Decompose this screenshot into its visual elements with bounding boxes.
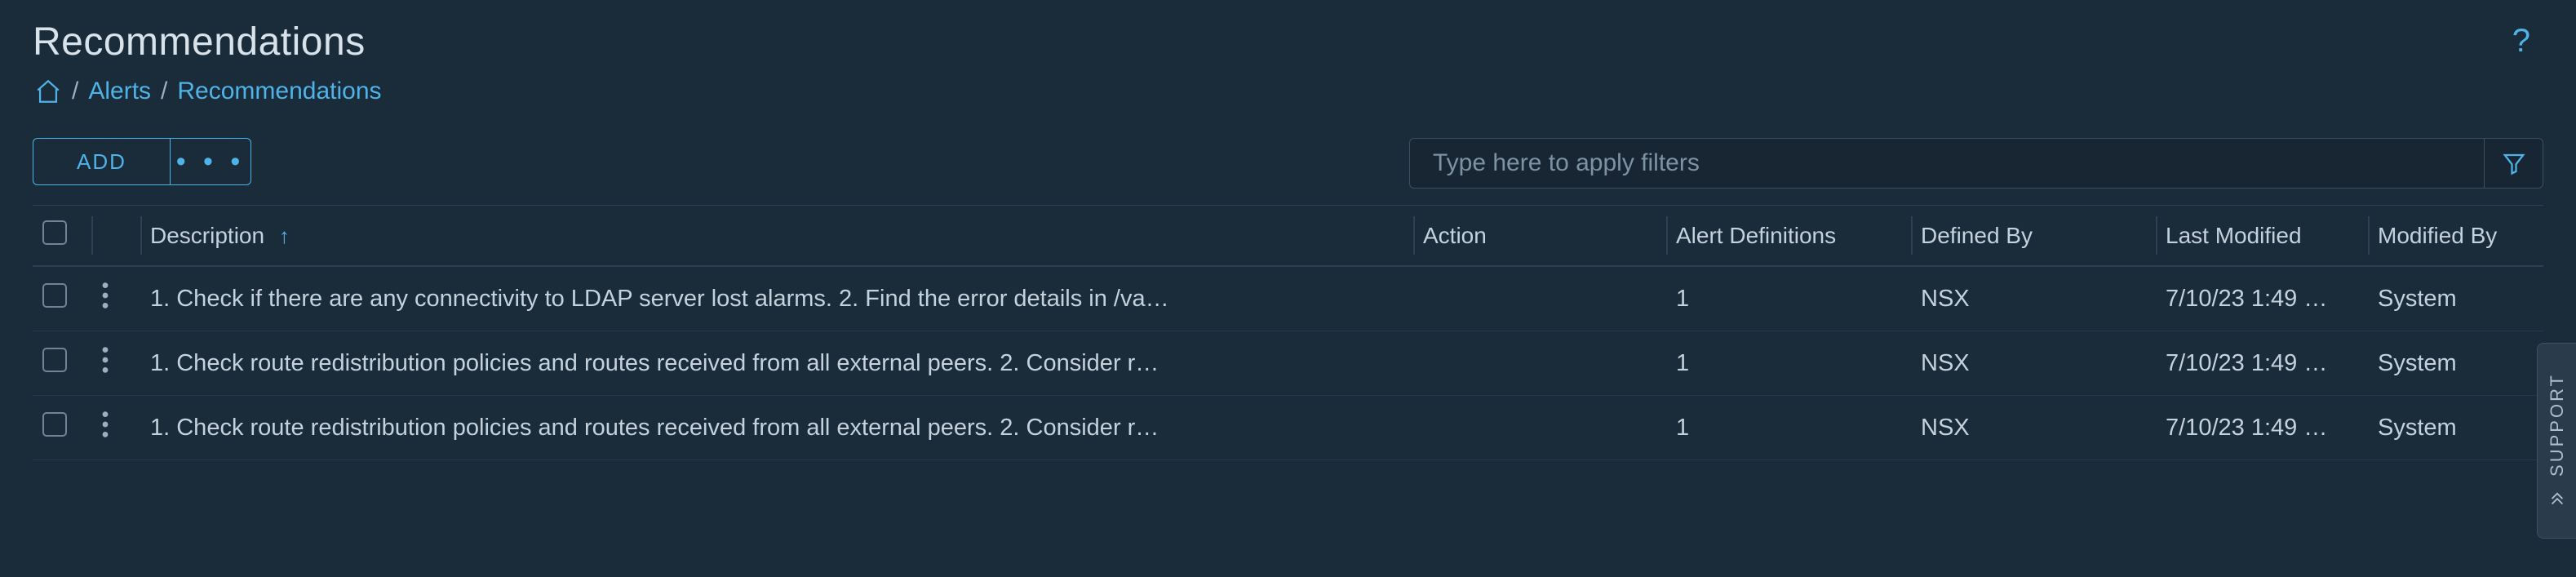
filter-icon[interactable] (2484, 139, 2543, 188)
row-select-cell[interactable] (33, 266, 91, 331)
row-menu-cell[interactable] (91, 396, 140, 460)
sort-ascending-icon: ↑ (279, 224, 290, 248)
row-action (1413, 396, 1666, 460)
column-header-select-all[interactable] (33, 206, 91, 267)
add-button[interactable]: ADD (33, 138, 170, 185)
support-tab[interactable]: SUPPORT (2537, 343, 2576, 539)
breadcrumb-separator: / (161, 78, 167, 105)
column-header-menu (91, 206, 140, 267)
home-icon[interactable] (34, 78, 62, 105)
row-last-modified: 7/10/23 1:49 … (2156, 396, 2368, 460)
column-header-alert-definitions[interactable]: Alert Definitions (1666, 206, 1911, 267)
row-description: 1. Check route redistribution policies a… (140, 331, 1413, 396)
breadcrumb: / Alerts / Recommendations (0, 71, 2576, 125)
row-last-modified: 7/10/23 1:49 … (2156, 331, 2368, 396)
row-modified-by: System (2368, 331, 2543, 396)
page-title: Recommendations (33, 20, 366, 64)
column-header-description[interactable]: Description ↑ (140, 206, 1413, 267)
table-row[interactable]: 1. Check route redistribution policies a… (33, 331, 2543, 396)
row-last-modified: 7/10/23 1:49 … (2156, 266, 2368, 331)
column-header-defined-by[interactable]: Defined By (1911, 206, 2156, 267)
row-defined-by: NSX (1911, 396, 2156, 460)
row-menu-cell[interactable] (91, 331, 140, 396)
kebab-menu-icon[interactable] (101, 282, 109, 309)
row-select-cell[interactable] (33, 396, 91, 460)
breadcrumb-recommendations[interactable]: Recommendations (177, 78, 381, 105)
column-header-modified-by[interactable]: Modified By (2368, 206, 2543, 267)
row-defined-by: NSX (1911, 331, 2156, 396)
chevron-up-icon (2548, 490, 2566, 508)
row-action (1413, 266, 1666, 331)
breadcrumb-separator: / (72, 78, 78, 105)
column-header-action[interactable]: Action (1413, 206, 1666, 267)
row-checkbox[interactable] (42, 283, 67, 308)
row-description: 1. Check if there are any connectivity t… (140, 266, 1413, 331)
row-select-cell[interactable] (33, 331, 91, 396)
select-all-checkbox[interactable] (42, 220, 67, 245)
row-modified-by: System (2368, 266, 2543, 331)
row-description: 1. Check route redistribution policies a… (140, 396, 1413, 460)
row-defined-by: NSX (1911, 266, 2156, 331)
row-checkbox[interactable] (42, 412, 67, 437)
help-icon[interactable]: ? (2512, 20, 2543, 60)
more-actions-button[interactable]: • • • (170, 138, 251, 185)
recommendations-table: Description ↑ Action Alert Definitions D… (33, 205, 2543, 460)
table-row[interactable]: 1. Check if there are any connectivity t… (33, 266, 2543, 331)
support-label: SUPPORT (2547, 373, 2568, 477)
table-row[interactable]: 1. Check route redistribution policies a… (33, 396, 2543, 460)
row-menu-cell[interactable] (91, 266, 140, 331)
column-label: Description (150, 223, 264, 248)
column-header-last-modified[interactable]: Last Modified (2156, 206, 2368, 267)
row-alert-definitions: 1 (1666, 396, 1911, 460)
breadcrumb-alerts[interactable]: Alerts (88, 78, 151, 105)
kebab-menu-icon[interactable] (101, 411, 109, 438)
row-alert-definitions: 1 (1666, 266, 1911, 331)
row-alert-definitions: 1 (1666, 331, 1911, 396)
filter-box (1409, 138, 2543, 189)
row-modified-by: System (2368, 396, 2543, 460)
row-action (1413, 331, 1666, 396)
filter-input[interactable] (1410, 149, 2484, 177)
row-checkbox[interactable] (42, 348, 67, 372)
kebab-menu-icon[interactable] (101, 346, 109, 374)
